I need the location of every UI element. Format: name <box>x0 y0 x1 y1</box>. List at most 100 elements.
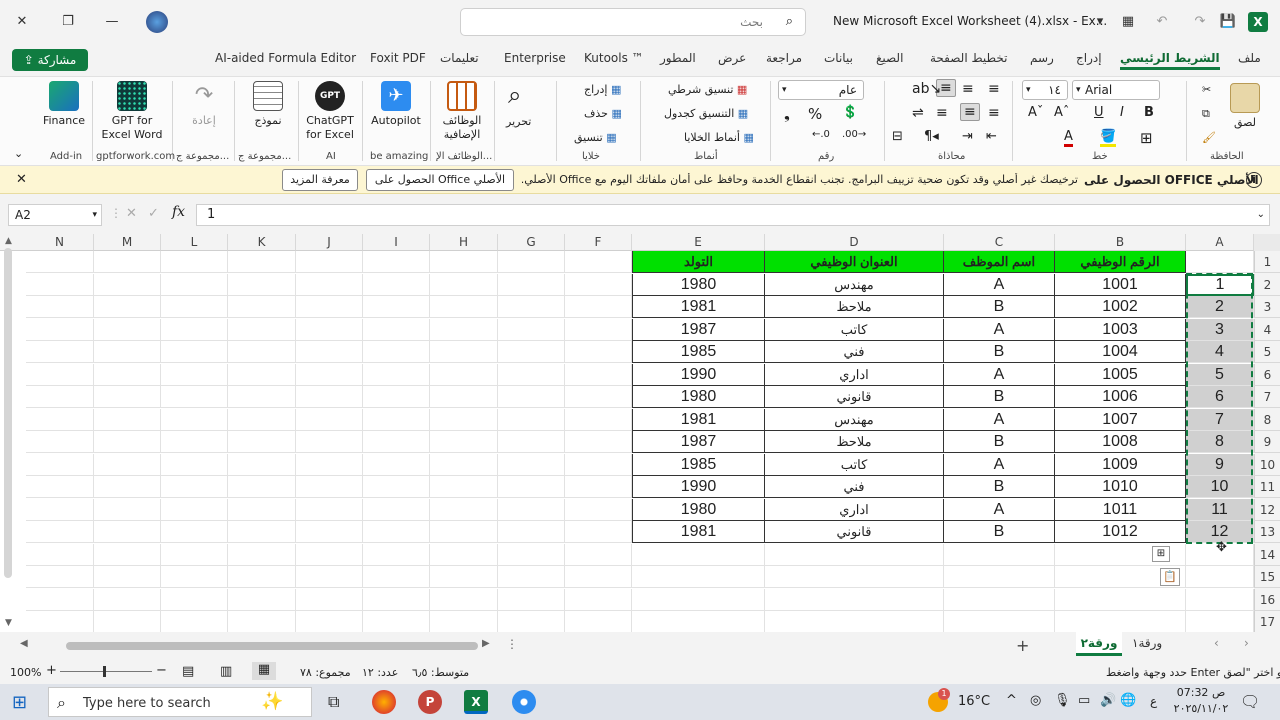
grid-cell[interactable] <box>498 476 565 498</box>
firefox-icon[interactable] <box>372 690 396 714</box>
tab-data[interactable]: بيانات <box>824 51 853 65</box>
column-header-c[interactable]: C <box>944 234 1055 251</box>
orientation-icon[interactable]: ab↘ <box>912 81 941 97</box>
grid-cell[interactable] <box>632 543 765 566</box>
table-header-cell[interactable]: التولد <box>632 251 765 273</box>
grid-cell[interactable] <box>498 318 565 341</box>
grid-cell[interactable] <box>363 476 430 498</box>
app-circle-icon[interactable] <box>512 690 536 714</box>
grid-cell[interactable] <box>94 521 161 543</box>
column-header-j[interactable]: J <box>296 234 363 251</box>
table-cell[interactable]: A <box>944 408 1055 431</box>
table-cell[interactable]: 1985 <box>632 453 765 476</box>
redo-icon[interactable]: ↷ <box>1190 11 1210 33</box>
table-cell[interactable]: كاتب <box>765 453 944 476</box>
search-box[interactable]: ⌕ بحث <box>460 8 806 36</box>
grid-cell[interactable] <box>161 386 228 408</box>
addins-button[interactable]: الوظائف الإضافية <box>438 81 486 142</box>
scroll-down-icon[interactable]: ▼ <box>5 618 12 628</box>
grid-cell[interactable] <box>363 543 430 566</box>
grid-cell[interactable] <box>228 611 296 632</box>
tab-enterprise[interactable]: Enterprise <box>504 51 566 65</box>
grid-cell[interactable] <box>765 588 944 611</box>
font-shrink-icon[interactable]: Aˇ <box>1028 105 1043 120</box>
grid-cell[interactable] <box>296 453 363 476</box>
task-view-icon[interactable]: ⧉ <box>328 692 339 712</box>
minimize-icon[interactable]: — <box>100 11 124 33</box>
row-header-3[interactable]: 3 <box>1254 296 1280 318</box>
font-grow-icon[interactable]: Aˆ <box>1054 105 1069 120</box>
table-cell[interactable]: 1980 <box>632 273 765 296</box>
undo-icon[interactable]: ↶ <box>1152 11 1172 33</box>
grid-cell[interactable] <box>296 273 363 296</box>
tab-home[interactable]: الشريط الرئيسي <box>1120 51 1220 70</box>
align-middle-icon[interactable]: ≡ <box>962 81 974 97</box>
grid-cell[interactable] <box>94 341 161 363</box>
align-top-icon[interactable]: ≡ <box>988 81 1000 97</box>
share-button[interactable]: ⇪ مشاركة <box>12 49 88 71</box>
table-cell[interactable]: 1011 <box>1055 498 1186 521</box>
grid-cell[interactable] <box>296 363 363 386</box>
table-cell[interactable]: كاتب <box>765 318 944 341</box>
formula-input[interactable]: 1 ⌄ <box>196 204 1270 226</box>
grid-cell[interactable] <box>430 341 498 363</box>
close-icon[interactable]: ✕ <box>10 11 34 33</box>
tab-insert[interactable]: إدراج <box>1076 51 1102 65</box>
prev-sheet-icon[interactable]: ‹ <box>1214 636 1219 650</box>
language-indicator[interactable]: ع <box>1150 694 1157 708</box>
grid-cell[interactable] <box>296 566 363 588</box>
row-header-7[interactable]: 7 <box>1254 386 1280 408</box>
increase-decimal-icon[interactable]: .00→ <box>842 129 866 140</box>
table-header-cell[interactable]: اسم الموظف <box>944 251 1055 273</box>
table-cell[interactable]: 10 <box>1186 476 1254 498</box>
grid-cell[interactable] <box>944 566 1055 588</box>
format-as-table-button[interactable]: التنسيق كجدول ▦ <box>664 107 748 120</box>
row-header-1[interactable]: 1 <box>1254 251 1280 273</box>
notifications-icon[interactable]: 🗨 <box>1240 692 1260 711</box>
table-cell[interactable]: ملاحظ <box>765 431 944 453</box>
row-header-11[interactable]: 11 <box>1254 476 1280 498</box>
grid-cell[interactable] <box>430 273 498 296</box>
column-header-m[interactable]: M <box>94 234 161 251</box>
grid-cell[interactable] <box>161 611 228 632</box>
name-box[interactable]: A2 ▾ <box>8 204 102 226</box>
grid-cell[interactable] <box>430 521 498 543</box>
table-cell[interactable]: B <box>944 296 1055 318</box>
grid-cell[interactable] <box>363 453 430 476</box>
grid-cell[interactable] <box>228 408 296 431</box>
grid-cell[interactable] <box>430 363 498 386</box>
grid-cell[interactable] <box>161 431 228 453</box>
tab-file[interactable]: ملف <box>1238 51 1261 65</box>
grid-cell[interactable] <box>296 296 363 318</box>
row-header-2[interactable]: 2 <box>1254 273 1280 296</box>
grid-cell[interactable] <box>296 251 363 273</box>
grid-cell[interactable] <box>430 408 498 431</box>
grid-cell[interactable] <box>565 453 632 476</box>
table-cell[interactable]: 4 <box>1186 341 1254 363</box>
row-header-13[interactable]: 13 <box>1254 521 1280 543</box>
grid-cell[interactable] <box>26 251 94 273</box>
grid-cell[interactable] <box>296 386 363 408</box>
grid-cell[interactable] <box>430 588 498 611</box>
grid-cell[interactable] <box>296 318 363 341</box>
align-right-icon[interactable]: ≡ <box>988 105 1000 121</box>
grid-cell[interactable] <box>565 341 632 363</box>
conditional-formatting-button[interactable]: تنسيق شرطي ▦ <box>668 83 747 96</box>
wrap-text-icon[interactable]: ⇌ <box>912 105 924 121</box>
grid-cell[interactable] <box>430 318 498 341</box>
dropdown-icon[interactable]: ▾ <box>1090 11 1110 33</box>
table-cell[interactable]: 1987 <box>632 318 765 341</box>
table-cell[interactable]: B <box>944 341 1055 363</box>
grid-cell[interactable] <box>565 251 632 273</box>
table-cell[interactable]: 1990 <box>632 476 765 498</box>
sheet-tab-1[interactable]: ورقة١ <box>1132 636 1162 650</box>
column-header-g[interactable]: G <box>498 234 565 251</box>
grid-cell[interactable] <box>94 296 161 318</box>
tab-page-layout[interactable]: تخطيط الصفحة <box>930 51 1007 65</box>
grid-cell[interactable] <box>430 386 498 408</box>
grid-cell[interactable] <box>161 251 228 273</box>
enter-icon[interactable]: ✓ <box>148 206 159 221</box>
table-cell[interactable]: 1987 <box>632 431 765 453</box>
table-cell[interactable]: A <box>944 363 1055 386</box>
table-header-cell[interactable]: العنوان الوظيفي <box>765 251 944 273</box>
